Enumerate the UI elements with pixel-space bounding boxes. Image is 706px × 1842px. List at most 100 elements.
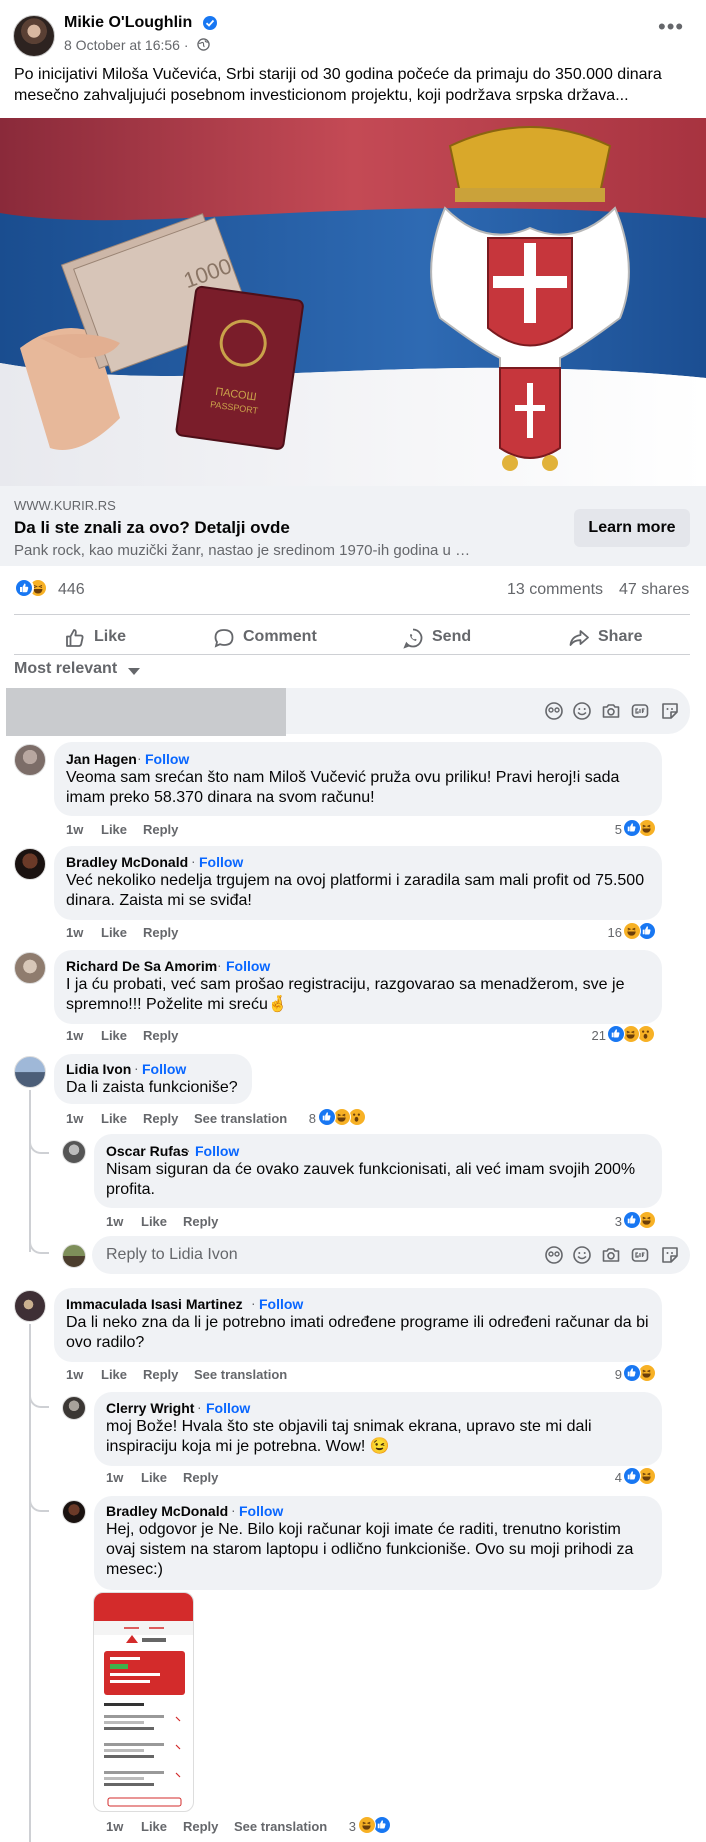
commenter-name[interactable]: Bradley McDonald (106, 1503, 228, 1519)
attached-screenshot-image[interactable] (93, 1592, 194, 1812)
comment-reaction-count[interactable]: 16 (598, 925, 622, 940)
comment-reply-button[interactable]: Reply (143, 822, 178, 837)
commenter-name[interactable]: Lidia Ivon (66, 1061, 131, 1077)
follow-button[interactable]: Follow (199, 854, 243, 870)
avatar[interactable] (14, 848, 46, 880)
sticker-icon[interactable] (660, 701, 680, 721)
shares-count[interactable]: 47 shares (619, 581, 689, 599)
share-button[interactable]: Share (568, 620, 668, 654)
comment-time[interactable]: 1w (66, 822, 83, 837)
commenter-name[interactable]: Oscar Rufas (106, 1143, 188, 1159)
see-translation-link[interactable]: See translation (194, 1367, 287, 1382)
comment-like-button[interactable]: Like (101, 1111, 127, 1126)
author-avatar[interactable] (13, 15, 55, 57)
comment-like-button[interactable]: Like (141, 1214, 167, 1229)
comment-like-button[interactable]: Like (101, 1028, 127, 1043)
comment-time[interactable]: 1w (106, 1470, 123, 1485)
learn-more-button[interactable]: Learn more (574, 509, 690, 547)
comment-reply-button[interactable]: Reply (143, 1111, 178, 1126)
follow-button[interactable]: Follow (239, 1503, 283, 1519)
comment-time[interactable]: 1w (66, 1028, 83, 1043)
comments-count[interactable]: 13 comments (507, 581, 603, 599)
follow-button[interactable]: Follow (195, 1143, 239, 1159)
comment-reaction-count[interactable]: 21 (582, 1028, 606, 1043)
comment-reply-button[interactable]: Reply (143, 1028, 178, 1043)
comment-time[interactable]: 1w (106, 1819, 123, 1834)
separator-dot: · (191, 853, 196, 869)
comment-reaction-count[interactable]: 3 (608, 1214, 622, 1229)
follow-button[interactable]: Follow (259, 1296, 303, 1312)
follow-button[interactable]: Follow (142, 1061, 186, 1077)
comment-like-button[interactable]: Like (101, 822, 127, 837)
avatar[interactable] (14, 1290, 46, 1322)
commenter-name[interactable]: Bradley McDonald (66, 854, 188, 870)
camera-icon[interactable] (601, 1245, 621, 1265)
see-translation-link[interactable]: See translation (194, 1111, 287, 1126)
divider (14, 614, 690, 615)
comment-reaction-count[interactable]: 8 (300, 1111, 316, 1126)
link-image[interactable]: 1000 ПАСОШ PASSPORT (0, 118, 706, 486)
camera-icon[interactable] (601, 701, 621, 721)
emoji-icon[interactable] (572, 1245, 592, 1265)
sticker-icon[interactable] (660, 1245, 680, 1265)
comment-like-button[interactable]: Like (141, 1470, 167, 1485)
comment-reply-button[interactable]: Reply (183, 1214, 218, 1229)
emoji-icon[interactable] (572, 701, 592, 721)
comment-reply-button[interactable]: Reply (183, 1470, 218, 1485)
comment-text: Hej, odgovor je Ne. Bilo koji računar ko… (106, 1521, 634, 1578)
comment-time[interactable]: 1w (66, 1111, 83, 1126)
caret-down-icon[interactable] (128, 668, 140, 675)
avatar[interactable] (14, 952, 46, 984)
commenter-name[interactable]: Clerry Wright (106, 1400, 194, 1416)
share-icon (569, 630, 589, 646)
comment-time[interactable]: 1w (106, 1214, 123, 1229)
comment-like-button[interactable]: Like (141, 1819, 167, 1834)
link-title[interactable]: Da li ste znali za ovo? Detalji ovde (14, 518, 290, 538)
link-domain: WWW.KURIR.RS (14, 498, 116, 513)
follow-button[interactable]: Follow (145, 751, 189, 767)
comment-time[interactable]: 1w (66, 925, 83, 940)
comment-reaction-count[interactable]: 9 (608, 1367, 622, 1382)
commenter-name[interactable]: Richard De Sa Amorim (66, 958, 217, 974)
comment-reaction-count[interactable]: 5 (608, 822, 622, 837)
avatar[interactable] (62, 1140, 86, 1164)
avatar[interactable] (62, 1396, 86, 1420)
comment-icon (214, 629, 234, 648)
commenter-name[interactable]: Immaculada Isasi Martinez (66, 1296, 243, 1312)
follow-button[interactable]: Follow (206, 1400, 250, 1416)
see-translation-link[interactable]: See translation (234, 1819, 327, 1834)
post-date[interactable]: 8 October at 16:56 · (64, 37, 189, 53)
comment-sort-dropdown[interactable]: Most relevant (14, 660, 117, 678)
comment-reply-button[interactable]: Reply (143, 925, 178, 940)
verified-icon (203, 16, 217, 30)
avatar-sticker-icon[interactable] (544, 701, 564, 721)
commenter-name[interactable]: Jan Hagen (66, 751, 137, 767)
like-button[interactable]: Like (64, 620, 174, 654)
thread-connector (29, 1496, 49, 1512)
more-icon[interactable]: ••• (658, 16, 684, 44)
comment-text: Da li zaista funkcioniše? (66, 1079, 238, 1096)
like-label: Like (94, 628, 127, 645)
follow-button[interactable]: Follow (226, 958, 270, 974)
send-button[interactable]: Send (402, 620, 492, 654)
comment-like-button[interactable]: Like (101, 925, 127, 940)
divider (14, 654, 690, 655)
comment-like-button[interactable]: Like (101, 1367, 127, 1382)
author-name[interactable]: Mikie O'Loughlin (64, 14, 192, 32)
comment-reply-button[interactable]: Reply (183, 1819, 218, 1834)
avatar[interactable] (14, 1056, 46, 1088)
comment-reaction-count[interactable]: 4 (608, 1470, 622, 1485)
like-reaction-icon (623, 1211, 641, 1229)
avatar[interactable] (62, 1500, 86, 1524)
comment-time[interactable]: 1w (66, 1367, 83, 1382)
comment-reply-button[interactable]: Reply (143, 1367, 178, 1382)
comment-text: Da li neko zna da li je potrebno imati o… (66, 1314, 649, 1351)
gif-icon[interactable] (630, 701, 650, 721)
gif-icon[interactable] (630, 1245, 650, 1265)
comment-reaction-count[interactable]: 3 (342, 1819, 356, 1834)
reaction-count[interactable]: 446 (58, 581, 85, 599)
comment-button[interactable]: Comment (213, 620, 353, 654)
avatar-sticker-icon[interactable] (544, 1245, 564, 1265)
avatar[interactable] (14, 744, 46, 776)
thread-connector (29, 1392, 49, 1408)
